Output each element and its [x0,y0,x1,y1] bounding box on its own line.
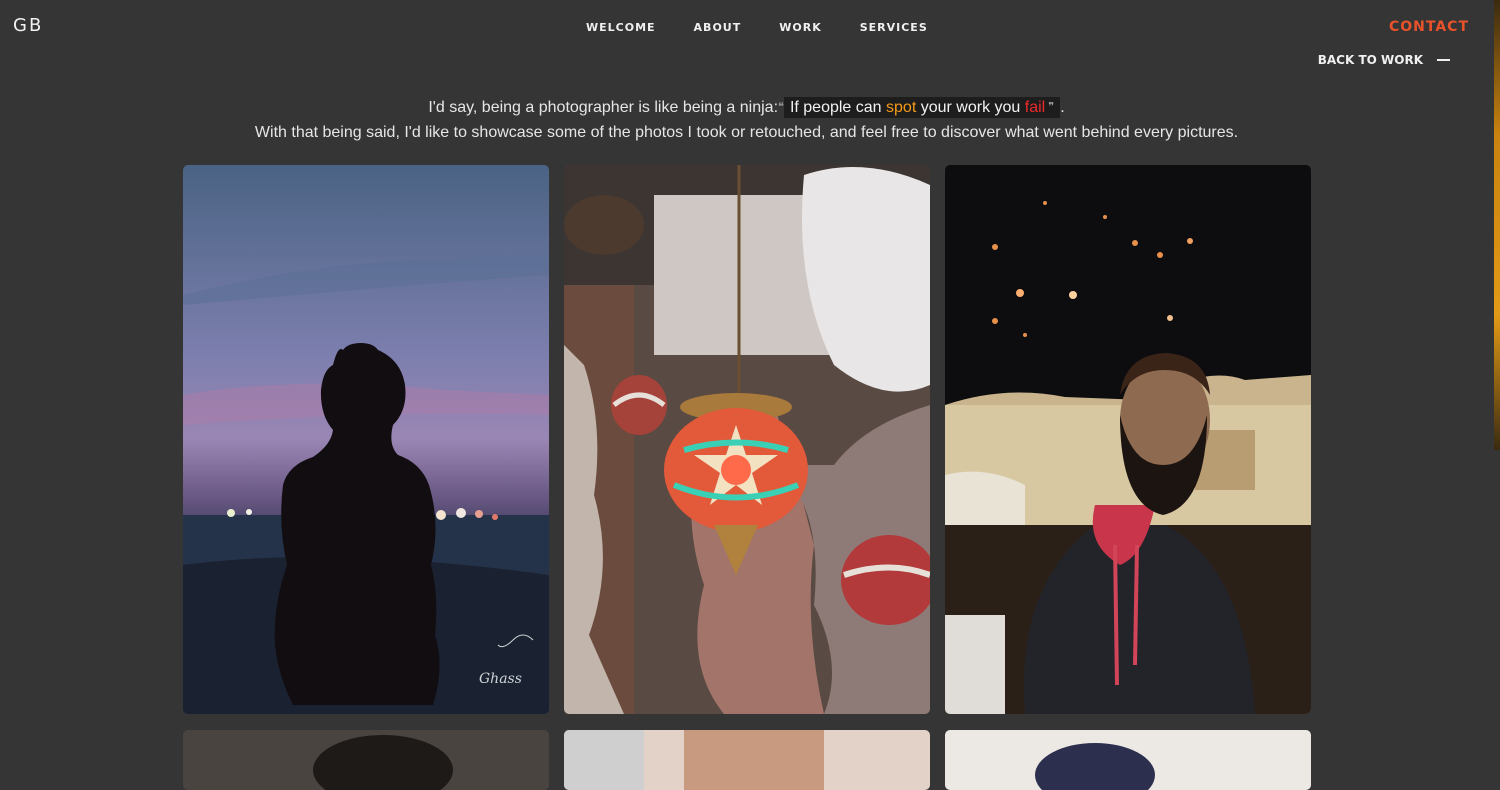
nav-welcome[interactable]: WELCOME [586,21,656,34]
portrait-photo-4[interactable] [183,730,549,790]
intro-line-2: With that being said, I'd like to showca… [254,124,1239,141]
site-logo[interactable]: GB [13,15,43,36]
scrollbar[interactable] [1494,0,1500,450]
mosaic-lanterns-photo[interactable] [564,165,930,714]
sunset-silhouette-image: Ghass [183,165,549,714]
intro-line-1: I'd say, being a photographer is like be… [0,95,1493,120]
portrait-image-4 [183,730,549,790]
intro-text: I'd say, being a photographer is like be… [0,95,1493,145]
portrait-image-5 [564,730,930,790]
main-nav: WELCOME ABOUT WORK SERVICES [586,21,966,34]
nav-work[interactable]: WORK [779,21,821,34]
back-to-work-label: BACK TO WORK [1317,53,1423,67]
woman-silhouette-sunset-photo[interactable]: Ghass [183,165,549,714]
nav-services[interactable]: SERVICES [860,21,928,34]
portrait-image-6 [945,730,1311,790]
photo-gallery: Ghass [183,165,1311,790]
back-to-work-link[interactable]: BACK TO WORK [1318,53,1450,67]
bearded-man-night-lanterns-photo[interactable] [945,165,1311,714]
bearded-man-image [945,165,1311,714]
portrait-photo-5[interactable] [564,730,930,790]
highlighted-quote: If people can spot your work you fail ❞ [783,97,1061,118]
intro-lead: I'd say, being a photographer is like be… [428,99,779,116]
contact-link[interactable]: CONTACT [1389,19,1469,35]
lanterns-image [564,165,930,714]
quote-part-a: If people can [789,99,887,116]
quote-part-b: your work you [916,99,1025,116]
photographer-signature: Ghass [479,671,522,687]
quote-fail: fail [1024,99,1046,116]
intro-line-1-end: . [1060,99,1065,116]
close-quote-icon: ❞ [1045,101,1055,113]
dash-icon [1437,59,1450,61]
quote-spot: spot [886,99,917,116]
nav-about[interactable]: ABOUT [694,21,742,34]
portrait-photo-6[interactable] [945,730,1311,790]
